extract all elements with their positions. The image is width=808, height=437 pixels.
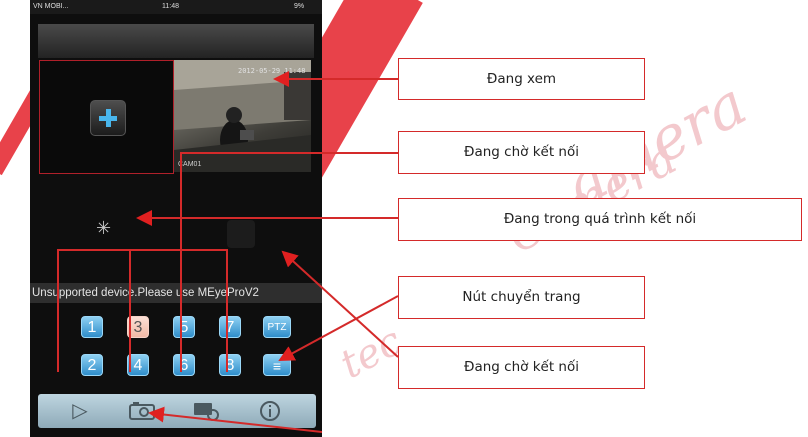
callout-viewing: Đang xem (398, 58, 645, 100)
callout-connecting: Đang trong quá trình kết nối (398, 198, 802, 241)
callout-waiting-connection-2: Đang chờ kết nối (398, 346, 645, 389)
callout-page-switch-button: Nút chuyển trang (398, 276, 645, 319)
callout-waiting-connection-1: Đang chờ kết nối (398, 131, 645, 174)
